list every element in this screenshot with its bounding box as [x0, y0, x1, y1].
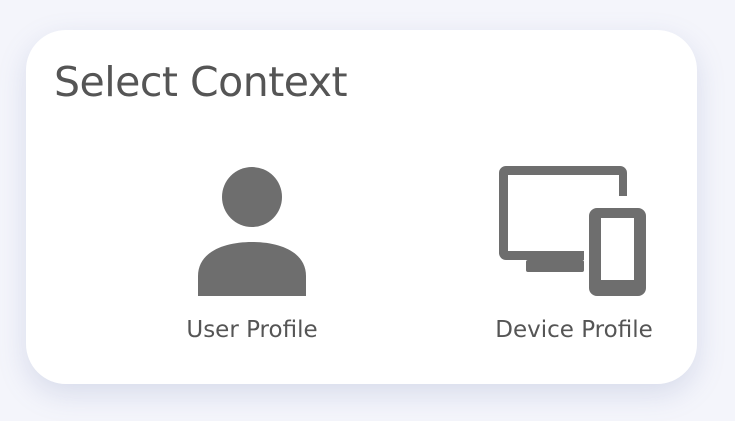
dialog-title: Select Context [54, 58, 348, 106]
user-profile-label: User Profile [186, 317, 318, 343]
user-icon [198, 167, 306, 296]
devices-icon [499, 166, 646, 296]
device-profile-option[interactable]: Device Profile [484, 158, 670, 354]
user-profile-option[interactable]: User Profile [172, 158, 338, 354]
select-context-dialog: Select Context User Profile Device Profi… [26, 30, 697, 384]
device-profile-label: Device Profile [495, 317, 653, 343]
